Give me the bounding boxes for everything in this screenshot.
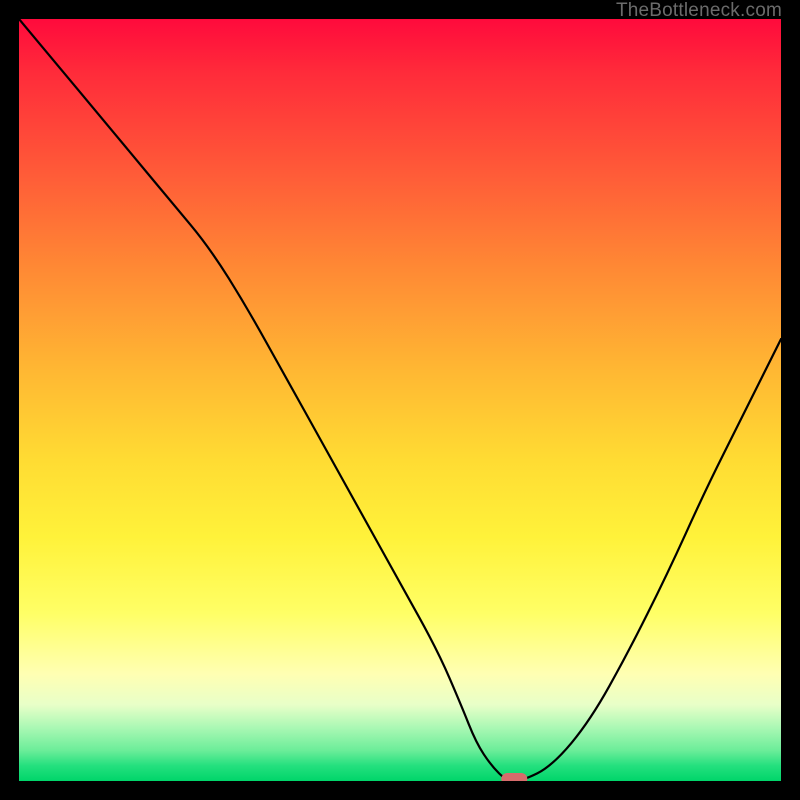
bottleneck-curve <box>19 19 781 781</box>
chart-frame: TheBottleneck.com <box>0 0 800 800</box>
minimum-marker <box>501 773 527 781</box>
chart-svg <box>19 19 781 781</box>
plot-area <box>19 19 781 781</box>
watermark-text: TheBottleneck.com <box>616 0 782 22</box>
